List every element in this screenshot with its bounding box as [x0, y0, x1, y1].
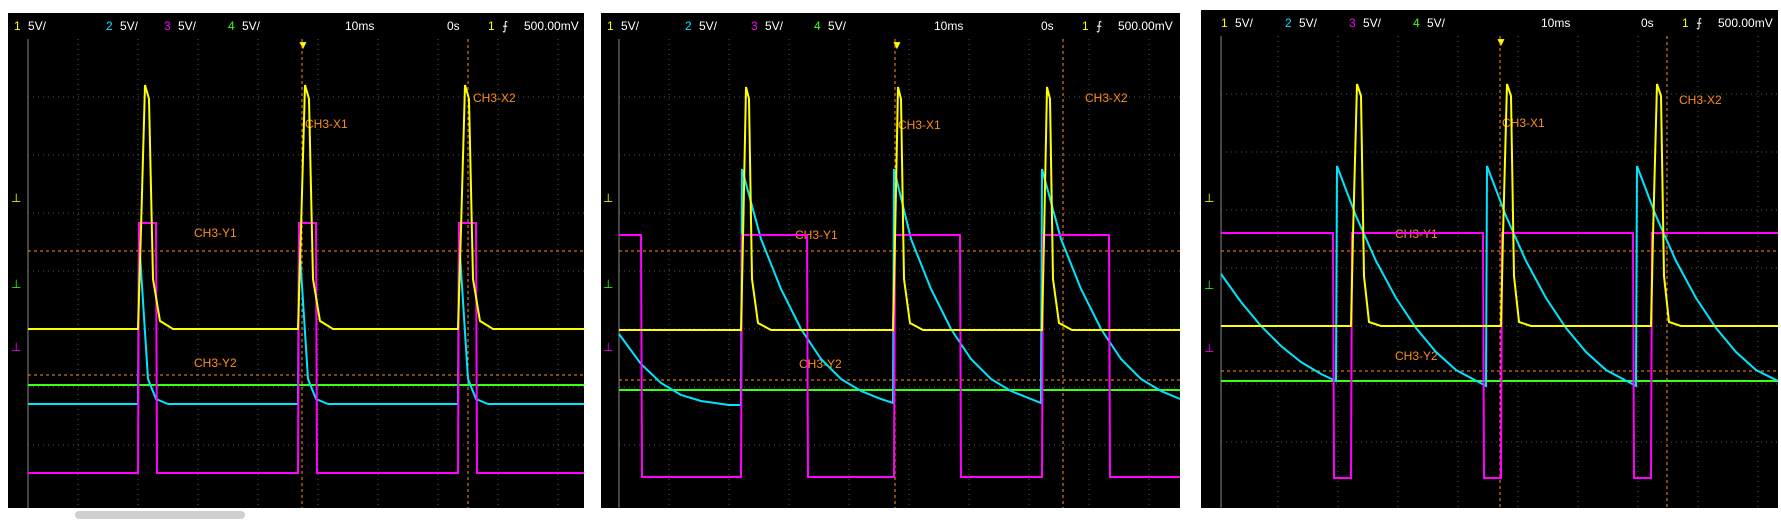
ch3-marker: ⊥: [11, 340, 21, 354]
status-bar: 1 5V/ 2 5V/ 3 5V/ 4 5V/ 10ms 0s 1 ⨍ 500.…: [601, 13, 1180, 39]
ch1-num[interactable]: 1: [14, 19, 21, 33]
ch4-marker: ⊥: [11, 277, 21, 291]
delay[interactable]: 0s: [1041, 19, 1054, 33]
cursor-x1-label: CH3-X1: [898, 118, 941, 132]
waveform-svg: ⊥ ⊥ ⊥ ▼ CH3-X1 CH3-X2 CH3-Y1 CH3-Y2: [1204, 36, 1778, 508]
ch3-marker: ⊥: [1204, 341, 1214, 355]
waveform-svg: ⊥ ⊥ ⊥ ▼ CH3-X1 CH3-X2 CH3-Y1 CH3-Y2: [603, 39, 1180, 508]
ch2-scale[interactable]: 5V/: [699, 19, 717, 33]
ch2-scale[interactable]: 5V/: [120, 19, 138, 33]
status-bar: 1 5V/ 2 5V/ 3 5V/ 4 5V/ 10ms 0s 1 ⨍ 500.…: [1201, 10, 1778, 36]
ch1-marker: ⊥: [1204, 191, 1214, 205]
trigger-level[interactable]: 500.00mV: [1718, 16, 1773, 30]
cursor-x1-label: CH3-X1: [1502, 116, 1545, 130]
delay[interactable]: 0s: [447, 19, 460, 33]
ch1-scale[interactable]: 5V/: [1235, 16, 1253, 30]
ch3-num[interactable]: 3: [1349, 16, 1356, 30]
ch4-num[interactable]: 4: [228, 19, 235, 33]
ch1-marker: ⊥: [603, 191, 613, 205]
ch4-scale[interactable]: 5V/: [1427, 16, 1445, 30]
ch2-trace: [618, 168, 1180, 406]
ch4-marker: ⊥: [1204, 278, 1214, 292]
ch2-num[interactable]: 2: [106, 19, 113, 33]
ch1-marker: ⊥: [11, 191, 21, 205]
ch3-scale[interactable]: 5V/: [178, 19, 196, 33]
cursor-y1-label: CH3-Y1: [194, 226, 237, 240]
status-bar: 1 5V/ 2 5V/ 3 5V/ 4 5V/ 10ms 0s 1 ⨍ 500.…: [8, 13, 584, 39]
trigger-level[interactable]: 500.00mV: [524, 19, 579, 33]
ch4-num[interactable]: 4: [814, 19, 821, 33]
timebase[interactable]: 10ms: [345, 19, 374, 33]
grid: [619, 39, 1180, 508]
timebase[interactable]: 10ms: [934, 19, 963, 33]
ch1-scale[interactable]: 5V/: [621, 19, 639, 33]
scope-panel-2: 1 5V/ 2 5V/ 3 5V/ 4 5V/ 10ms 0s 1 ⨍ 500.…: [601, 13, 1180, 508]
ch4-marker: ⊥: [603, 277, 613, 291]
scope-panel-1: 1 5V/ 2 5V/ 3 5V/ 4 5V/ 10ms 0s 1 ⨍ 500.…: [8, 13, 584, 508]
ch2-num[interactable]: 2: [1285, 16, 1292, 30]
ch4-scale[interactable]: 5V/: [242, 19, 260, 33]
cursor-x2-label: CH3-X2: [473, 91, 516, 105]
ch2-trace: [28, 238, 584, 405]
trigger-edge-icon: ⨍: [1096, 19, 1103, 33]
trigger-level[interactable]: 500.00mV: [1118, 19, 1173, 33]
waveform-area[interactable]: ⊥ ⊥ ⊥ ▼ CH3-X1 CH3-X2 CH3-Y1 CH3-Y2: [1201, 36, 1778, 508]
cursor-x2-label: CH3-X2: [1679, 93, 1722, 107]
trigger-channel[interactable]: 1: [1082, 19, 1089, 33]
horizontal-scrollbar[interactable]: [75, 511, 245, 519]
ch3-marker: ⊥: [603, 340, 613, 354]
grid: [28, 39, 584, 508]
trigger-edge-icon: ⨍: [502, 19, 509, 33]
ch4-num[interactable]: 4: [1413, 16, 1420, 30]
waveform-svg: ⊥ ⊥ ⊥ ▼ CH3-X1 CH3-X2 CH3-Y1 CH3-Y2: [11, 39, 584, 508]
ch1-num[interactable]: 1: [607, 19, 614, 33]
ch2-num[interactable]: 2: [685, 19, 692, 33]
ch3-num[interactable]: 3: [751, 19, 758, 33]
waveform-area[interactable]: ⊥ ⊥ ⊥ ▼ CH3-X1 CH3-X2 CH3-Y1 CH3-Y2: [8, 39, 584, 508]
trigger-position-marker: ▼: [1495, 36, 1507, 49]
trigger-channel[interactable]: 1: [488, 19, 495, 33]
trigger-position-marker: ▼: [297, 39, 309, 52]
timebase[interactable]: 10ms: [1541, 16, 1570, 30]
delay[interactable]: 0s: [1641, 16, 1654, 30]
cursor-x1-label: CH3-X1: [305, 117, 348, 131]
ch4-scale[interactable]: 5V/: [828, 19, 846, 33]
trigger-channel[interactable]: 1: [1682, 16, 1689, 30]
cursor-y2-label: CH3-Y2: [1395, 349, 1438, 363]
trigger-position-marker: ▼: [891, 39, 903, 52]
scope-panel-3: 1 5V/ 2 5V/ 3 5V/ 4 5V/ 10ms 0s 1 ⨍ 500.…: [1201, 10, 1778, 508]
ch2-scale[interactable]: 5V/: [1299, 16, 1317, 30]
ch3-scale[interactable]: 5V/: [1363, 16, 1381, 30]
ch3-scale[interactable]: 5V/: [765, 19, 783, 33]
waveform-area[interactable]: ⊥ ⊥ ⊥ ▼ CH3-X1 CH3-X2 CH3-Y1 CH3-Y2: [601, 39, 1180, 508]
cursor-x2-label: CH3-X2: [1085, 91, 1128, 105]
ch1-scale[interactable]: 5V/: [28, 19, 46, 33]
ch3-num[interactable]: 3: [164, 19, 171, 33]
cursor-y2-label: CH3-Y2: [194, 356, 237, 370]
trigger-edge-icon: ⨍: [1696, 16, 1703, 30]
ch1-num[interactable]: 1: [1221, 16, 1228, 30]
